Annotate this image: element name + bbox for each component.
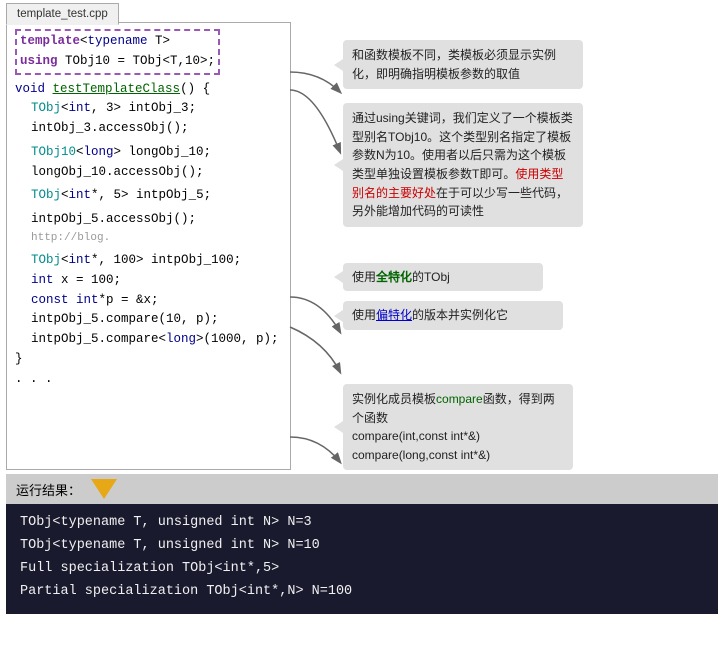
annotation-2: 通过using关键词，我们定义了一个模板类型别名TObj10。这个类型别名指定了… [343,103,583,227]
code-tab: template_test.cpp [6,3,119,25]
output-area: TObj<typename T, unsigned int N> N=3 TOb… [6,504,718,614]
code-line-using: using TObj10 = TObj<T,10>; [20,52,215,72]
code-line-template: template<typename T> [20,32,215,52]
run-bar: 运行结果： [6,474,718,504]
code-line-dots: . . . [15,370,284,390]
code-content: template<typename T> using TObj10 = TObj… [15,29,284,389]
annotations-panel: 和函数模板不同，类模板必须显示实例化，即明确指明模板参数的取值 通过using关… [291,22,718,470]
code-line-intobj: TObj<int, 3> intObj_3; [15,99,284,119]
annotation-4: 使用偏特化的版本并实例化它 [343,301,563,330]
code-line-access2: longObj_10.accessObj(); [15,163,284,183]
code-line-const: const int*p = &x; [15,291,284,311]
run-label: 运行结果： [16,480,81,499]
annotation-5: 实例化成员模板compare函数，得到两个函数compare(int,const… [343,384,573,470]
output-line-2: TObj<typename T, unsigned int N> N=10 [20,535,704,558]
code-line-compare1: intpObj_5.compare(10, p); [15,310,284,330]
output-line-4: Partial specialization TObj<int*,N> N=10… [20,581,704,604]
annotation-3: 使用全特化的TObj [343,263,543,292]
code-line-intx: int x = 100; [15,271,284,291]
code-line-access1: intObj_3.accessObj(); [15,119,284,139]
code-line-intpobj5: TObj<int*, 5> intpObj_5; [15,186,284,206]
code-panel: template_test.cpp template<typename T> u… [6,22,291,470]
output-line-1: TObj<typename T, unsigned int N> N=3 [20,512,704,535]
output-line-3: Full specialization TObj<int*,5> [20,558,704,581]
code-line-compare2: intpObj_5.compare<long>(1000, p); [15,330,284,350]
template-using-block: template<typename T> using TObj10 = TObj… [15,29,220,75]
main-container: template_test.cpp template<typename T> u… [0,0,724,614]
down-arrow-icon [91,479,117,499]
annotation-1: 和函数模板不同，类模板必须显示实例化，即明确指明模板参数的取值 [343,40,583,89]
code-comment-url: http://blog. [15,230,284,247]
code-line-void: void testTemplateClass() { [15,80,284,100]
code-line-intpobj100: TObj<int*, 100> intpObj_100; [15,251,284,271]
code-line-brace: } [15,350,284,370]
code-line-access3: intpObj_5.accessObj(); [15,210,284,230]
code-annot-section: template_test.cpp template<typename T> u… [0,0,724,474]
code-line-longobj: TObj10<long> longObj_10; [15,143,284,163]
